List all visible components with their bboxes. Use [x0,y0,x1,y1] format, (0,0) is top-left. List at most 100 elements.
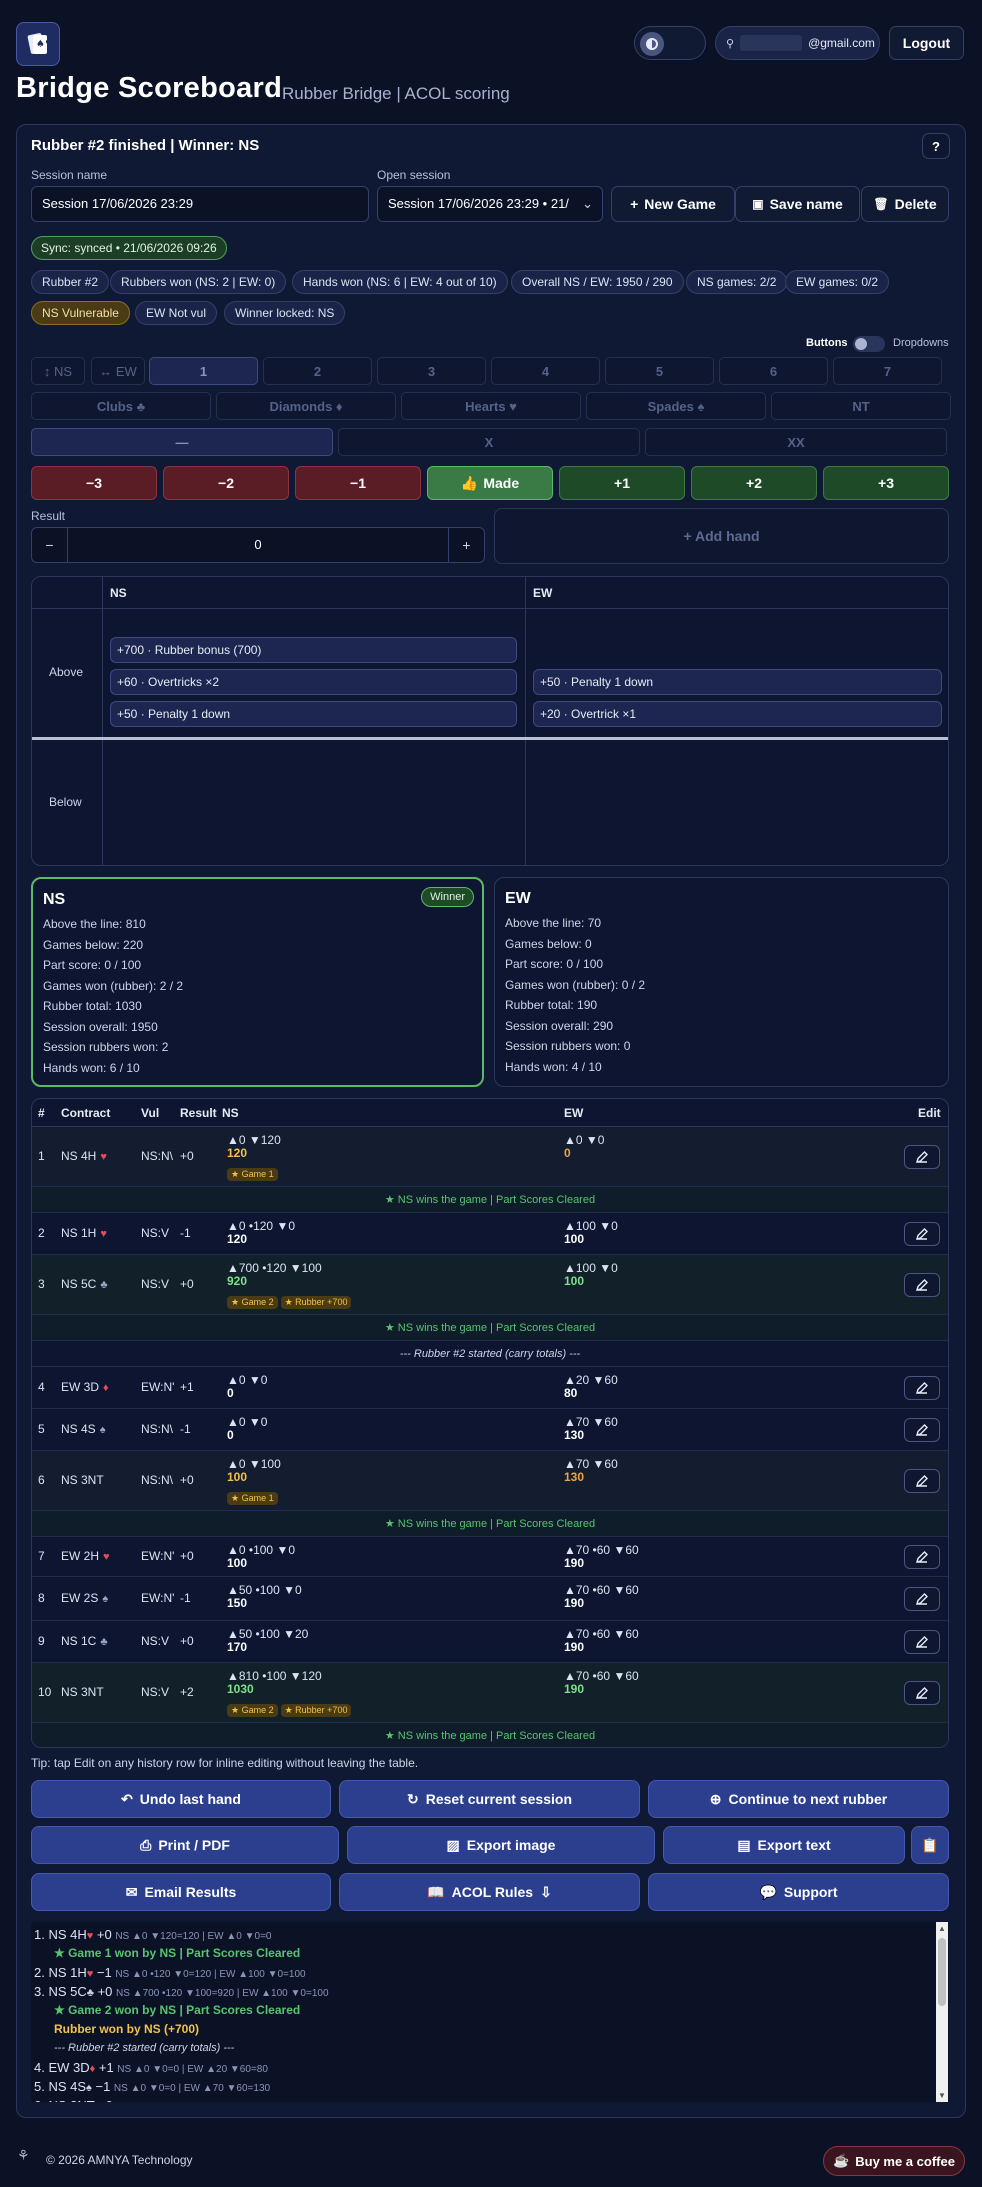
undo-button[interactable]: ↶ Undo last hand [31,1780,331,1818]
clipboard-icon: 📋 [921,1836,939,1853]
ew-breakdown: ▲70 •60 ▼60 [564,1543,639,1557]
suit-segment[interactable]: NT [771,392,951,420]
ew-summary-line: Part score: 0 / 100 [505,957,604,971]
logout-button[interactable]: Logout [889,26,964,60]
log-line: ★ Game 1 won by NS | Part Scores Cleared [54,1946,301,1960]
new-game-button[interactable]: + New Game [611,186,735,222]
buy-coffee-button[interactable]: ☕ Buy me a coffee [823,2146,965,2176]
add-hand-button[interactable]: + Add hand [494,508,949,564]
edit-row-button[interactable] [904,1273,940,1297]
result-button[interactable]: 👍 Made [427,466,553,500]
level-3[interactable]: 3 [377,357,486,385]
result-button[interactable]: −1 [295,466,421,500]
suit-segment[interactable]: Spades ♠ [586,392,766,420]
direction-ns[interactable]: ↕ NS [31,357,85,385]
export-text-button[interactable]: ▤ Export text [663,1826,905,1864]
log-contract: 3. NS 5C [34,1984,87,1999]
result-button[interactable]: −3 [31,466,157,500]
direction-ew[interactable]: ↔ EW [91,357,145,385]
copy-button[interactable]: 📋 [911,1826,949,1864]
contrast-icon [640,32,664,56]
result-button[interactable]: −2 [163,466,289,500]
decrement-button[interactable]: − [32,528,68,562]
log-line: 3. NS 5C♣ +0 NS ▲700 •120 ▼100=920 | EW … [32,1982,949,2001]
stat-chip: EW games: 0/2 [785,270,890,294]
session-name-input[interactable]: Session 17/06/2026 23:29 [31,186,369,222]
svg-text:♠♥: ♠♥ [36,39,53,50]
suit-segment[interactable]: Hearts ♥ [401,392,581,420]
continue-button[interactable]: ⊕ Continue to next rubber [648,1780,949,1818]
page-title: Bridge Scoreboard [16,72,283,104]
ns-summary-line: Session overall: 1950 [43,1019,158,1034]
scroll-up-icon[interactable]: ▲ [938,1924,946,1933]
result-button[interactable]: +1 [559,466,685,500]
table-row: 1 NS 4H ♥ NS:N\ +0 ▲0 ▼120 120 ★ Game 1 ▲0 ▼0 0 [32,1127,948,1187]
increment-button[interactable]: + [448,528,484,562]
level-2[interactable]: 2 [263,357,372,385]
reset-button[interactable]: ↻ Reset current session [339,1780,640,1818]
ew-breakdown: ▲70 ▼60 [564,1415,618,1429]
double-segment[interactable]: — [31,428,333,456]
ew-summary-line: Rubber total: 190 [505,998,598,1012]
edit-row-button[interactable] [904,1376,940,1400]
table-row: 8 EW 2S ♠ EW:N' -1 ▲50 •100 ▼0 150 ▲70 •60 ▼60 1… [32,1577,948,1621]
ns-badges: ★ Game 2 ★ Rubber +700 [227,1702,354,1717]
help-button[interactable]: ? [922,133,950,159]
edit-row-button[interactable] [904,1469,940,1493]
export-image-button[interactable]: ▨ Export image [347,1826,655,1864]
open-session-select[interactable]: Session 17/06/2026 23:29 • 21/ ⌄ [377,186,603,222]
result-stepper[interactable]: − 0 + [31,527,485,563]
edit-row-button[interactable] [904,1418,940,1442]
level-6[interactable]: 6 [719,357,828,385]
edit-row-button[interactable] [904,1681,940,1705]
edit-row-button[interactable] [904,1587,940,1611]
score-log[interactable]: 1. NS 4H♥ +0 NS ▲0 ▼120=120 | EW ▲0 ▼0=0… [31,1922,949,2102]
input-mode-switch[interactable] [853,336,885,352]
ns-summary-line: Hands won: 6 / 10 [43,1060,140,1075]
table-row: 5 NS 4S ♠ NS:N\ -1 ▲0 ▼0 0 ▲70 ▼60 130 [32,1409,948,1451]
level-4[interactable]: 4 [491,357,600,385]
print-button[interactable]: ⎙ Print / PDF [31,1826,339,1864]
ew-total: 130 [564,1428,585,1442]
level-1[interactable]: 1 [149,357,258,385]
history-header: Edit [918,1106,941,1120]
delete-button[interactable]: 🗑 Delete [861,186,949,222]
suit-segment[interactable]: Clubs ♣ [31,392,211,420]
scroll-down-icon[interactable]: ▼ [938,2091,946,2100]
support-button[interactable]: 💬 Support [648,1873,949,1911]
save-name-label: Save name [769,196,843,212]
log-line: Rubber won by NS (+700) [54,2022,200,2036]
save-name-button[interactable]: ▣ Save name [735,186,860,222]
winner-badge: Winner [421,887,474,907]
row-vul: NS:V [141,1226,170,1240]
chevron-down-icon: ⌄ [582,196,593,211]
level-7[interactable]: 7 [833,357,942,385]
score-sheet: NS EW Above Below +700 · Rubber bonus (7… [31,576,949,866]
email-button[interactable]: ✉ Email Results [31,1873,331,1911]
ew-total: 190 [564,1640,585,1654]
result-button[interactable]: +3 [823,466,949,500]
log-line: 2. NS 1H♥ −1 NS ▲0 •120 ▼0=120 | EW ▲100… [32,1963,949,1982]
double-segment[interactable]: XX [645,428,947,456]
ns-total: 120 [227,1146,248,1160]
log-result: −1 [93,1965,116,1980]
suit-segment[interactable]: Diamonds ♦ [216,392,396,420]
user-icon: ⚲ [726,37,735,50]
log-scrollbar[interactable]: ▲ ▼ [936,1922,948,2102]
log-contract: 5. NS 4S [34,2079,87,2094]
level-5[interactable]: 5 [605,357,714,385]
double-segment[interactable]: X [338,428,640,456]
new-game-label: New Game [644,196,716,212]
result-button[interactable]: +2 [691,466,817,500]
edit-row-button[interactable] [904,1222,940,1246]
mail-icon: ✉ [125,1883,138,1900]
edit-row-button[interactable] [904,1630,940,1654]
acol-rules-button[interactable]: 📖 ACOL Rules ⇩ [339,1873,640,1911]
row-contract: NS 4H ♥ [61,1149,107,1163]
edit-row-button[interactable] [904,1545,940,1569]
coffee-label: Buy me a coffee [855,2153,955,2169]
theme-toggle[interactable] [634,26,706,60]
ew-total: 190 [564,1556,585,1570]
user-chip[interactable]: ⚲ @gmail.com [715,26,880,60]
edit-row-button[interactable] [904,1145,940,1169]
